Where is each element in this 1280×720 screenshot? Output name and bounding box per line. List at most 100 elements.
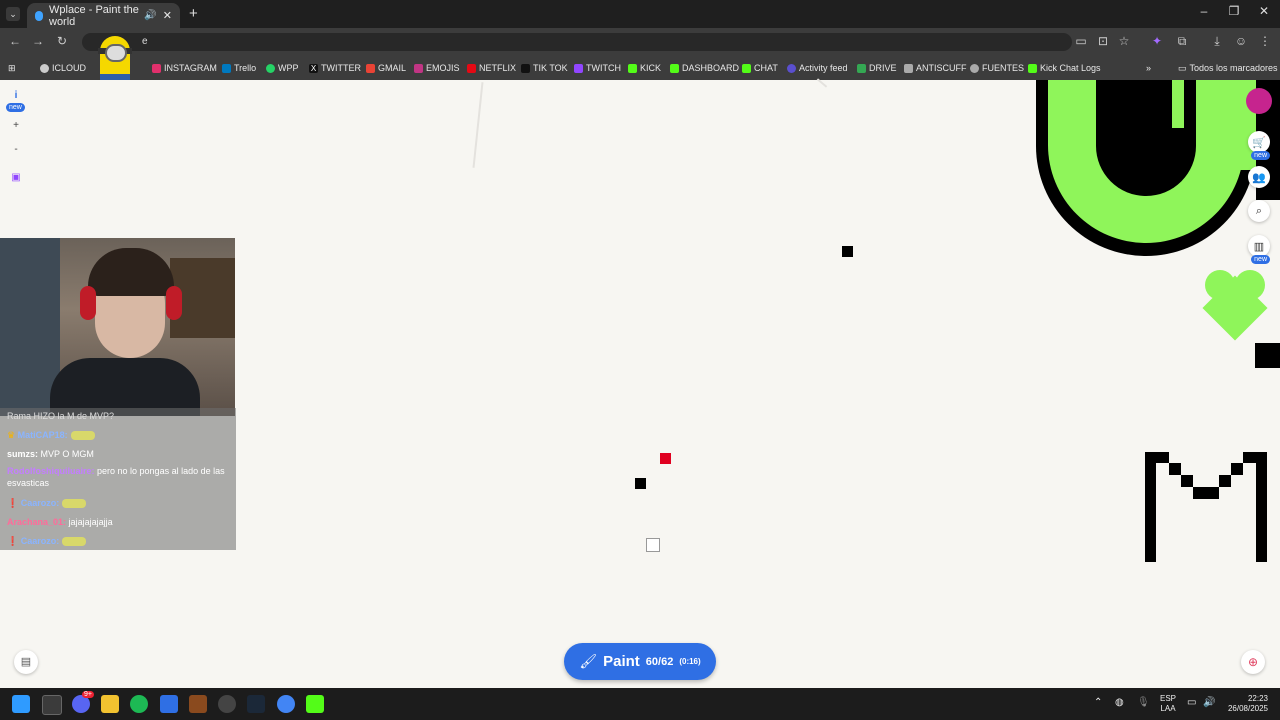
activity-icon: [787, 63, 796, 73]
bookmark-instagram[interactable]: INSTAGRAM: [152, 56, 217, 80]
bookmark-activity-feed[interactable]: Activity feed: [787, 56, 848, 80]
windows-start-icon[interactable]: [12, 695, 30, 713]
bookmark-chat[interactable]: CHAT: [742, 56, 778, 80]
minimize-icon[interactable]: –: [1192, 4, 1216, 18]
kick-icon: [1028, 63, 1037, 73]
menu-kebab-icon[interactable]: ⋮: [1257, 34, 1273, 48]
info-button[interactable]: i: [6, 90, 26, 101]
spotify-icon[interactable]: [130, 695, 148, 713]
cast-icon[interactable]: ▭: [1073, 34, 1089, 48]
chat-message: ❗ Caarozo:: [7, 497, 232, 509]
twitch-button-icon[interactable]: ▣: [6, 172, 26, 183]
volume-icon[interactable]: 🔊: [1203, 697, 1215, 708]
back-icon[interactable]: ←: [7, 34, 23, 48]
gmail-icon: [366, 63, 375, 73]
chat-message: ♛ MatiCAP18:: [7, 429, 232, 441]
bookmark-kick-chat-logs[interactable]: Kick Chat Logs: [1028, 56, 1101, 80]
bookmark-fuentes[interactable]: FUENTES: [970, 56, 1024, 80]
letter-m-artwork: [1145, 452, 1267, 562]
user-avatar[interactable]: [1246, 88, 1272, 114]
browser-tab-strip: ⌄ Wplace - Paint the world 🔊 ✕ + – ❐ ✕: [0, 0, 1280, 28]
tray-chevron-icon[interactable]: ⌃: [1094, 697, 1102, 708]
emoji-icon: [414, 63, 423, 73]
extension-icon[interactable]: ✦: [1149, 34, 1165, 48]
emote-icon: [62, 537, 87, 547]
headphone-icon: [80, 286, 96, 320]
bookmark-gmail[interactable]: GMAIL: [366, 56, 406, 80]
bookmark-icloud[interactable]: ICLOUD: [40, 56, 86, 80]
bookmark-trello[interactable]: Trello: [222, 56, 256, 80]
paint-timer: (0:16): [679, 657, 701, 666]
bookmark-dashboard[interactable]: DASHBOARD: [670, 56, 739, 80]
apple-icon: [40, 63, 49, 73]
bookmark-antiscuff[interactable]: ANTISCUFF: [904, 56, 967, 80]
locate-crosshair-icon[interactable]: ⊕: [1241, 650, 1265, 674]
paint-button[interactable]: 🖌 Paint 60/62 (0:16): [564, 643, 716, 680]
wplace-favicon-icon: [35, 10, 43, 21]
app-icon[interactable]: [189, 695, 207, 713]
more-bookmarks-icon[interactable]: »: [1146, 56, 1151, 80]
bookmark-twitter[interactable]: X TWITTER: [309, 56, 361, 80]
forward-icon[interactable]: →: [30, 34, 46, 48]
bookmark-netflix[interactable]: NETFLIX: [467, 56, 516, 80]
tab-search-icon[interactable]: ⌄: [6, 7, 20, 21]
bookmark-drive[interactable]: DRIVE: [857, 56, 897, 80]
bookmark-wpp[interactable]: WPP: [266, 56, 299, 80]
map-layers-icon[interactable]: ▤: [14, 650, 38, 674]
twitch-icon: [574, 63, 583, 73]
store-cart-icon[interactable]: 🛒: [1248, 131, 1270, 153]
extensions-puzzle-icon[interactable]: ⧉: [1174, 34, 1190, 49]
hair: [88, 248, 174, 296]
profile-icon[interactable]: ☺: [1233, 34, 1249, 48]
kick-icon: [628, 63, 637, 73]
new-tab-icon[interactable]: +: [189, 5, 198, 22]
tab-title: Wplace - Paint the world: [49, 3, 139, 28]
apps-grid-icon[interactable]: ⊞: [8, 56, 16, 80]
bookmark-star-icon[interactable]: ☆: [1116, 34, 1132, 48]
network-icon[interactable]: ▭: [1187, 697, 1196, 708]
steam-icon[interactable]: [247, 695, 265, 713]
bookmark-twitch[interactable]: TWITCH: [574, 56, 621, 80]
brush-icon: 🖌: [579, 653, 598, 669]
address-bar[interactable]: e: [82, 33, 1072, 51]
reload-icon[interactable]: ↻: [54, 34, 70, 48]
search-location-icon[interactable]: ⌕: [1248, 200, 1270, 222]
tray-app-icon[interactable]: ◍: [1115, 697, 1124, 708]
kick-icon: [742, 63, 751, 73]
windows-taskbar: 9+ ⌃ ◍ 🎙 ESP LAA ▭ 🔊 22:23 26/08/2025: [0, 688, 1280, 720]
discord-badge: 9+: [82, 691, 94, 698]
alliance-group-icon[interactable]: 👥: [1248, 166, 1270, 188]
tab-wplace[interactable]: Wplace - Paint the world 🔊 ✕: [27, 3, 180, 28]
zoom-out-button[interactable]: -: [6, 144, 26, 155]
chrome-icon[interactable]: [277, 695, 295, 713]
restore-icon[interactable]: ❐: [1222, 4, 1246, 18]
audio-icon[interactable]: 🔊: [144, 10, 156, 21]
leaderboard-icon[interactable]: ▥: [1248, 235, 1270, 257]
new-badge: new: [1251, 255, 1270, 264]
microphone-icon[interactable]: 🎙: [1137, 697, 1150, 708]
bookmark-emojis[interactable]: EMOJIS: [414, 56, 460, 80]
close-tab-icon[interactable]: ✕: [163, 9, 172, 22]
chat-message: Rama HIZO la M de MVP?: [7, 411, 115, 421]
obs-icon[interactable]: [218, 695, 236, 713]
netflix-icon: [467, 63, 476, 73]
kick-icon[interactable]: [306, 695, 324, 713]
emote-icon: [62, 499, 87, 509]
notepad-icon[interactable]: [160, 695, 178, 713]
app-icon[interactable]: [42, 695, 62, 715]
file-explorer-icon[interactable]: [101, 695, 119, 713]
clock[interactable]: 22:23 26/08/2025: [1224, 694, 1268, 714]
stream-chat-overlay: Rama HIZO la M de MVP? ♛ MatiCAP18: sumz…: [0, 408, 236, 550]
all-bookmarks-folder[interactable]: ▭ Todos los marcadores: [1178, 56, 1278, 80]
zoom-in-button[interactable]: +: [6, 120, 26, 131]
bookmark-tiktok[interactable]: TIK TOK: [521, 56, 568, 80]
bookmarks-bar: ⊞ ICLOUD INSTAGRAM Trello WPP X TWITTER G…: [0, 56, 1280, 80]
chat-message: sumzs: MVP O MGM: [7, 449, 94, 459]
language-indicator[interactable]: ESP LAA: [1160, 694, 1176, 714]
headphone-icon: [166, 286, 182, 320]
bookmark-kick[interactable]: KICK: [628, 56, 661, 80]
close-window-icon[interactable]: ✕: [1252, 4, 1276, 18]
download-icon[interactable]: ⤓: [1209, 34, 1225, 49]
trello-icon: [222, 63, 231, 73]
translate-icon[interactable]: ⊡: [1095, 34, 1111, 48]
